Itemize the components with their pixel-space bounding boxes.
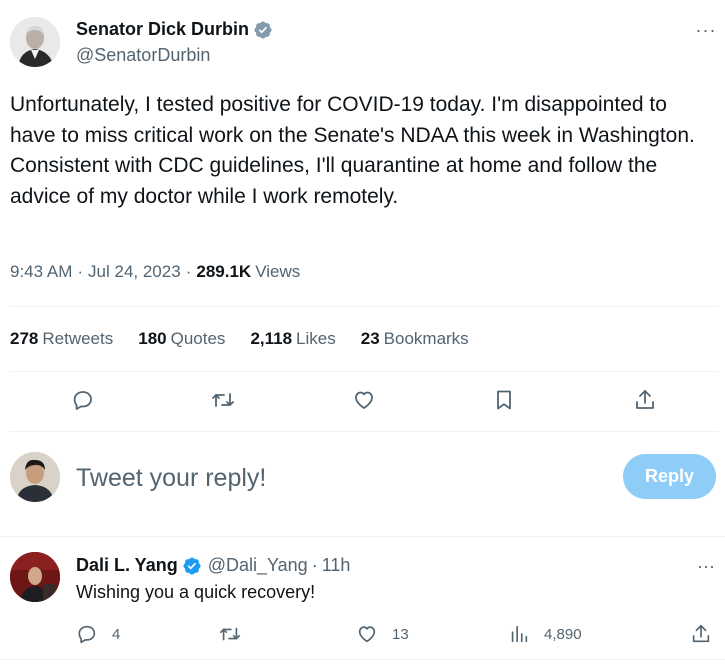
meta-separator: · [185,262,192,281]
share-icon [692,624,710,643]
like-count: 13 [392,625,409,643]
stat-retweets[interactable]: 278 Retweets [10,329,113,349]
author-handle[interactable]: @SenatorDurbin [76,45,210,66]
divider [10,431,718,432]
retweet-icon [212,393,234,407]
stat-number: 278 [10,329,39,348]
tweet-text-line-1: Unfortunately, I tested positive for COV… [10,93,695,147]
tweet-text-line-2: Consistent with CDC guidelines, I'll qua… [10,154,658,208]
share-icon [636,390,654,409]
stat-label: Retweets [42,329,114,348]
reply-author-name[interactable]: Dali L. Yang [76,555,178,576]
reply-header: Dali L. Yang @Dali_Yang · 11h [76,555,350,576]
stat-bookmarks[interactable]: 23 Bookmarks [361,329,469,349]
verified-badge-icon [183,556,201,575]
more-options-icon[interactable]: ··· [693,556,719,576]
reply-like-button[interactable]: 13 [356,623,409,645]
reply-icon [73,391,92,410]
tweet-meta: 9:43 AM · Jul 24, 2023 · 289.1K Views [10,262,300,282]
reply-input[interactable] [76,460,596,496]
meta-separator: · [77,262,84,281]
views-count: 4,890 [544,625,582,643]
divider [0,659,725,660]
reply-share-button[interactable] [690,623,712,645]
analytics-icon [511,625,528,643]
reply-author-avatar[interactable] [10,552,60,602]
retweet-icon [220,627,240,641]
views-count: 289.1K [196,262,252,281]
current-user-avatar[interactable] [10,452,60,502]
engagement-stats: 278 Retweets 180 Quotes 2,118 Likes 23 Bookm… [10,329,494,349]
stat-label: Likes [296,329,336,348]
reply-author-handle[interactable]: @Dali_Yang [208,555,308,576]
reply-count: 4 [112,625,121,643]
more-options-icon[interactable]: ··· [693,20,719,40]
heart-icon [355,391,373,409]
retweet-button[interactable] [208,385,238,415]
divider [0,536,725,537]
stat-number: 23 [360,329,380,348]
tweet-time[interactable]: 9:43 AM [10,262,72,282]
bookmark-icon [497,390,511,410]
reply-icon [78,625,96,644]
stat-label: Quotes [170,329,226,348]
reply-text: Wishing you a quick recovery! [76,582,316,602]
meta-separator: · [311,555,318,575]
verified-badge-icon [254,20,272,39]
share-button[interactable] [630,385,660,415]
tweet-text: Unfortunately, I tested positive for COV… [10,90,710,212]
divider [10,306,718,307]
reply-submit-button[interactable]: Reply [623,454,716,499]
author-name[interactable]: Senator Dick Durbin [76,19,273,40]
reply-time[interactable]: 11h [322,555,351,576]
views-label: Views [255,262,301,281]
tweet-action-bar [0,385,725,419]
stat-label: Bookmarks [383,329,469,348]
bookmark-button[interactable] [489,385,519,415]
heart-icon [358,626,376,643]
reply-retweet-button[interactable] [219,623,241,645]
stat-number: 2,118 [250,329,293,348]
tweet-date[interactable]: Jul 24, 2023 [88,262,181,282]
author-name-text[interactable]: Senator Dick Durbin [76,19,249,40]
reply-views-button[interactable]: 4,890 [508,623,582,645]
author-avatar[interactable] [10,17,60,67]
reply-button[interactable] [68,385,98,415]
reply-reply-button[interactable]: 4 [76,623,120,645]
stat-quotes[interactable]: 180 Quotes [138,329,225,349]
stat-number: 180 [138,329,167,348]
reply-action-bar: 4 13 4,890 [0,620,725,648]
stat-likes[interactable]: 2,118 Likes [250,329,335,349]
like-button[interactable] [349,385,379,415]
divider [10,371,718,372]
